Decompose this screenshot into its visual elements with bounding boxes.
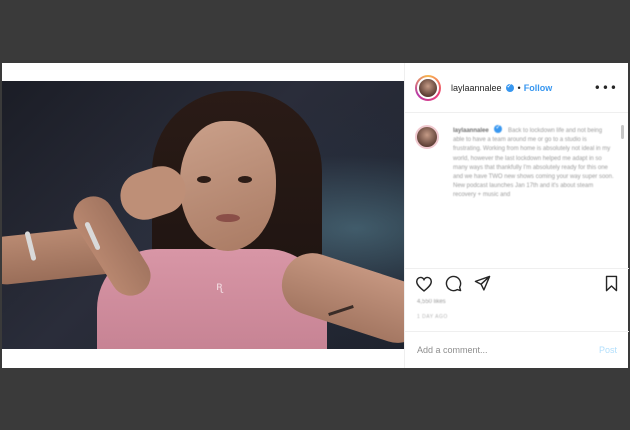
photo-lips (216, 214, 240, 222)
post-comment-button[interactable]: Post (599, 345, 617, 355)
instagram-post-card: ꭆ laylaannalee • Follow ••• laylaannalee… (2, 63, 629, 368)
comment-input[interactable]: Add a comment... (417, 345, 599, 355)
caption-avatar[interactable] (415, 125, 439, 149)
heart-icon[interactable] (415, 276, 433, 292)
post-photo[interactable]: ꭆ (2, 81, 404, 349)
post-header: laylaannalee • Follow ••• (405, 63, 628, 113)
photo-face (180, 121, 276, 251)
verified-badge-icon (505, 82, 514, 92)
photo-right-eye (238, 176, 252, 183)
photo-shirt-logo: ꭆ (216, 279, 223, 293)
verified-badge-icon (494, 123, 503, 133)
bookmark-icon[interactable] (604, 275, 619, 292)
caption-text: Back to lockdown life and not being able… (453, 128, 614, 190)
separator-dot: • (517, 82, 521, 93)
comment-icon[interactable] (445, 275, 462, 292)
post-sidebar: laylaannalee • Follow ••• laylaannalee B… (404, 63, 629, 368)
like-count[interactable]: 4,550 likes (417, 299, 446, 305)
post-caption: laylaannalee Back to lockdown life and n… (453, 123, 614, 201)
profile-avatar[interactable] (415, 74, 441, 101)
follow-button[interactable]: Follow (524, 83, 553, 93)
username-link[interactable]: laylaannalee (451, 83, 502, 93)
paper-plane-icon[interactable] (474, 275, 491, 292)
photo-left-eye (197, 176, 211, 183)
caption-username[interactable]: laylaannalee (453, 128, 489, 134)
caption-area: laylaannalee Back to lockdown life and n… (405, 113, 628, 263)
comment-box: Add a comment... Post (405, 331, 629, 368)
post-actions (405, 268, 629, 298)
avatar-image (417, 76, 439, 99)
more-options-icon[interactable]: ••• (594, 81, 618, 95)
post-date: 1 DAY AGO (417, 314, 448, 320)
caption-scrollbar[interactable] (621, 125, 624, 139)
